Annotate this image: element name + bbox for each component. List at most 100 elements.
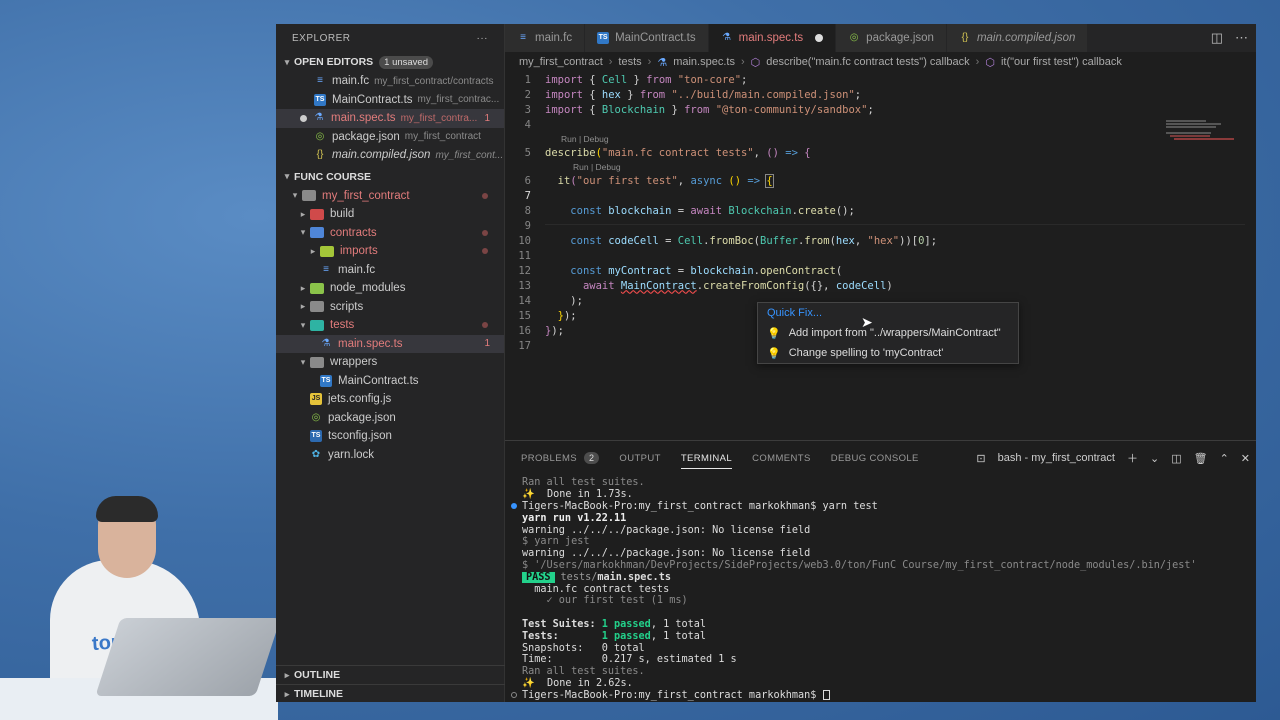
line-number: 6 <box>524 174 531 187</box>
tree-folder-imports[interactable]: ▸ imports <box>276 242 504 261</box>
terminal-line: Ran all test suites. <box>522 666 645 678</box>
terminal-line: yarn run v1.22.11 <box>522 512 627 524</box>
codelens-run-debug[interactable]: Run | Debug <box>561 134 609 144</box>
breadcrumb-item[interactable]: describe("main.fc contract tests") callb… <box>766 56 969 68</box>
open-editor-name: main.spec.ts <box>331 112 396 125</box>
tree-file-main-spec-ts[interactable]: ⚗ main.spec.ts 1 <box>276 334 504 353</box>
func-file-icon: ≡ <box>317 75 323 87</box>
tree-folder-build[interactable]: ▸ build <box>276 205 504 224</box>
open-editor-desc: my_first_cont... <box>435 149 504 161</box>
tab-main-compiled-json[interactable]: {} main.compiled.json <box>946 24 1089 52</box>
tree-folder-scripts[interactable]: ▸ scripts <box>276 298 504 317</box>
tab-output[interactable]: OUTPUT <box>619 441 660 475</box>
terminal-selector[interactable]: bash - my_first_contract <box>998 452 1115 464</box>
chevron-up-icon[interactable]: ⌃ <box>1220 452 1229 465</box>
tab-main-spec-ts[interactable]: ⚗ main.spec.ts <box>708 24 837 52</box>
code-line: 8 const blockchain = await Blockchain. cr… <box>505 203 855 218</box>
test-file-icon: ⚗ <box>321 337 331 349</box>
tab-terminal[interactable]: TERMINAL <box>680 441 733 475</box>
split-terminal-icon[interactable]: ◫ <box>1171 452 1181 465</box>
tab-debug-console[interactable]: DEBUG CONSOLE <box>831 441 919 475</box>
line-number: 2 <box>524 88 531 101</box>
test-file-icon: ⚗ <box>314 112 324 124</box>
function-icon: ⬡ <box>985 56 995 69</box>
code-editor[interactable]: 1 import { Cell } from "ton-core"; 2 impor… <box>505 72 1256 440</box>
modified-dot-icon <box>482 322 488 329</box>
npm-package-icon: ◎ <box>311 411 321 423</box>
workspace-section[interactable]: ▾ FUNC COURSE <box>276 167 504 187</box>
open-editor-item-active[interactable]: ⚗ main.spec.ts my_first_contra... 1 <box>276 109 504 128</box>
more-actions-icon[interactable]: ··· <box>477 33 489 44</box>
func-file-icon: ≡ <box>323 263 329 275</box>
close-icon[interactable]: ✕ <box>1241 452 1250 465</box>
minimap[interactable] <box>1166 120 1254 180</box>
tree-folder-tests[interactable]: ▾ tests <box>276 316 504 335</box>
tree-folder-contracts[interactable]: ▾ contracts <box>276 224 504 243</box>
chevron-right-icon: ▸ <box>300 301 306 312</box>
npm-package-icon: ◎ <box>315 130 325 142</box>
mouse-cursor-icon: ➤ <box>861 314 873 330</box>
codelens-run-debug[interactable]: Run | Debug <box>573 162 621 172</box>
new-terminal-icon[interactable]: ＋ <box>1127 450 1138 466</box>
tree-file-yarn-lock[interactable]: ✿ yarn.lock <box>276 446 504 465</box>
breadcrumb-item[interactable]: it("our first test") callback <box>1001 56 1122 68</box>
tab-comments[interactable]: COMMENTS <box>752 441 811 475</box>
more-actions-icon[interactable]: ⋯ <box>1235 30 1248 46</box>
tree-item-label: imports <box>340 245 378 258</box>
tree-file-main-fc[interactable]: ≡ main.fc <box>276 261 504 280</box>
tree-file-maincontract-ts[interactable]: TS MainContract.ts <box>276 372 504 391</box>
tree-item-label: build <box>330 208 355 221</box>
line-number: 11 <box>518 249 531 262</box>
line-number: 8 <box>524 204 531 217</box>
trash-icon[interactable]: 🗑 <box>1194 452 1208 465</box>
open-editor-desc: my_first_contrac... <box>417 94 500 106</box>
func-file-icon: ≡ <box>520 32 526 43</box>
quick-fix-label: Add import from "../wrappers/MainContrac… <box>788 327 1001 339</box>
tab-package-json[interactable]: ◎ package.json <box>836 24 947 52</box>
tree-folder-node-modules[interactable]: ▸ node_modules <box>276 279 504 298</box>
folder-icon <box>310 227 324 239</box>
tab-maincontract-ts[interactable]: TS MainContract.ts <box>585 24 709 52</box>
open-editor-item[interactable]: ≡ main.fc my_first_contract/contracts <box>276 72 504 91</box>
tree-file-tsconfig[interactable]: TS tsconfig.json <box>276 427 504 446</box>
tree-file-jets-config[interactable]: JS jets.config.js <box>276 390 504 409</box>
breadcrumb-item[interactable]: my_first_contract <box>519 56 603 68</box>
timeline-section[interactable]: ▸ TIMELINE <box>276 684 505 702</box>
code-line: 10 const codeCell = Cell. fromBoc(Buffer.… <box>505 233 937 248</box>
open-editors-section[interactable]: ▾ OPEN EDITORS 1 unsaved <box>276 52 504 72</box>
tree-item-label: main.fc <box>338 263 376 276</box>
tree-folder-my-first-contract[interactable]: ▾ my_first_contract <box>276 187 504 206</box>
npm-package-icon: ◎ <box>849 32 859 43</box>
open-editor-item[interactable]: {} main.compiled.json my_first_cont... <box>276 146 504 165</box>
chevron-down-icon[interactable]: ⌄ <box>1150 452 1159 465</box>
current-line-highlight <box>545 224 1245 225</box>
terminal-prompt: Tigers-MacBook-Pro:my_first_contract mar… <box>505 689 1256 701</box>
quick-fix-add-import[interactable]: 💡 Add import from "../wrappers/MainContr… <box>758 323 1018 343</box>
tree-file-package-json[interactable]: ◎ package.json <box>276 409 504 428</box>
terminal-output[interactable]: Ran all test suites. ✨ Done in 1.73s. Ti… <box>505 477 1256 701</box>
open-editor-name: MainContract.ts <box>332 93 413 106</box>
open-editor-item[interactable]: TS MainContract.ts my_first_contrac... <box>276 91 504 110</box>
line-number: 12 <box>518 264 531 277</box>
typescript-file-icon: TS <box>320 374 332 387</box>
tab-main-fc[interactable]: ≡ main.fc <box>505 24 586 52</box>
modified-dot-icon <box>482 192 488 199</box>
unsaved-dot-icon[interactable] <box>815 34 824 42</box>
breadcrumb-item[interactable]: tests <box>618 56 641 68</box>
terminal-icon: ⊡ <box>976 452 986 465</box>
terminal-line: $ yarn jest <box>522 536 590 548</box>
open-editor-item[interactable]: ◎ package.json my_first_contract <box>276 128 504 147</box>
breadcrumb-item[interactable]: main.spec.ts <box>673 56 735 68</box>
line-number: 17 <box>518 339 531 352</box>
line-number: 7 <box>524 189 531 202</box>
tree-folder-wrappers[interactable]: ▾ wrappers <box>276 353 504 372</box>
code-line: 17 <box>505 338 545 353</box>
editor-actions: ◫ ⋯ <box>1211 30 1248 46</box>
tab-problems[interactable]: PROBLEMS 2 <box>521 441 600 475</box>
outline-section[interactable]: ▸ OUTLINE <box>276 665 505 684</box>
split-editor-icon[interactable]: ◫ <box>1211 30 1223 46</box>
tree-item-label: yarn.lock <box>328 448 375 461</box>
folder-icon <box>302 190 316 202</box>
chevron-down-icon: ▾ <box>300 227 306 238</box>
quick-fix-change-spelling[interactable]: 💡 Change spelling to 'myContract' <box>758 343 1018 363</box>
